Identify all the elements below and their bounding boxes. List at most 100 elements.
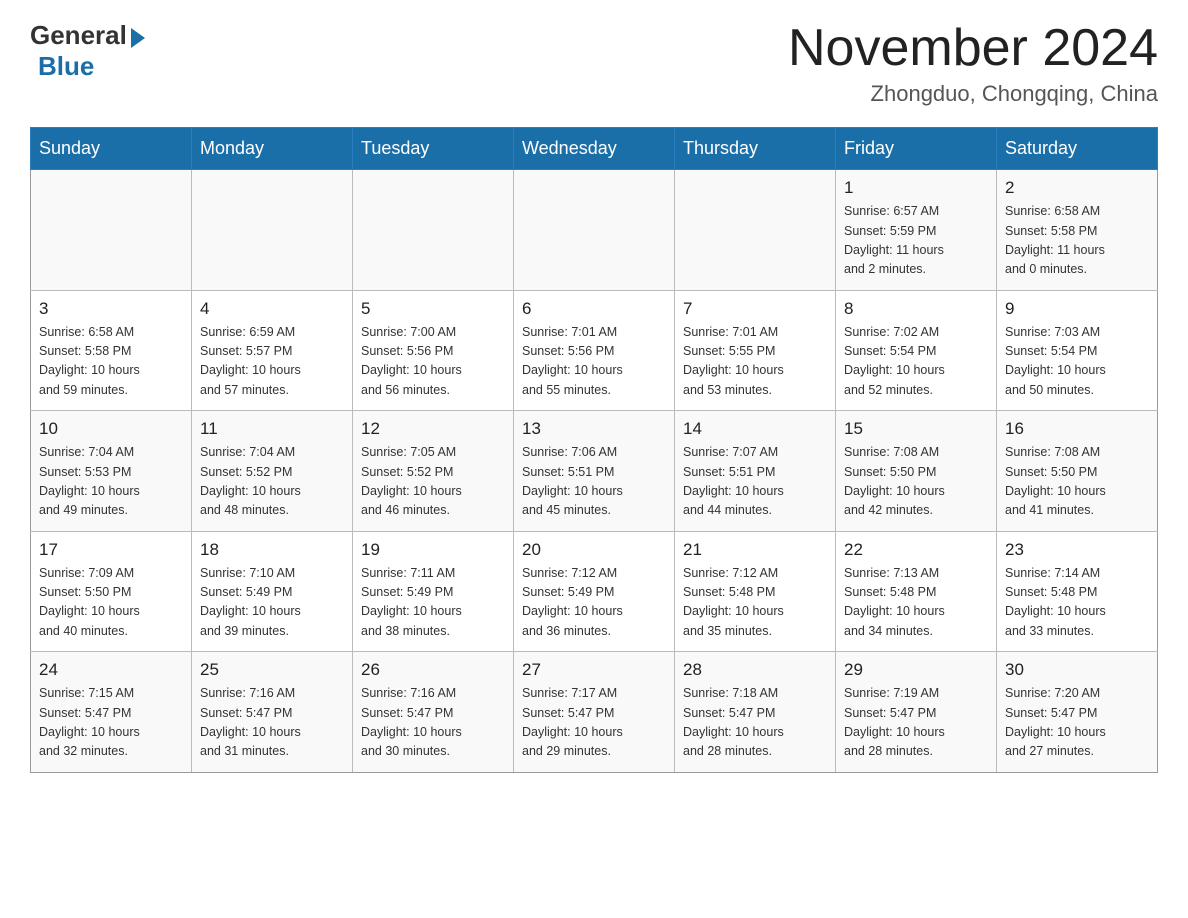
calendar-cell: 27Sunrise: 7:17 AM Sunset: 5:47 PM Dayli… <box>514 652 675 773</box>
day-info: Sunrise: 7:08 AM Sunset: 5:50 PM Dayligh… <box>1005 443 1149 521</box>
logo-blue-text: Blue <box>38 51 94 82</box>
calendar-cell: 19 Sunrise: 7:11 AM Sunset: 5:49 PM Dayli… <box>353 531 514 652</box>
calendar-cell: 21 Sunrise: 7:12 AM Sunset: 5:48 PM Dayli… <box>675 531 836 652</box>
day-info: Sunrise: 7:02 AM Sunset: 5:54 PM Dayligh… <box>844 323 988 401</box>
calendar-cell: 30 Sunrise: 7:20 AM Sunset: 5:47 PM Dayli… <box>997 652 1158 773</box>
day-number: 29 <box>844 660 988 680</box>
day-number: 26 <box>361 660 505 680</box>
day-info: Sunrise: 7:20 AM Sunset: 5:47 PM Dayligh… <box>1005 684 1149 762</box>
calendar-header-monday: Monday <box>192 128 353 170</box>
day-info: Sunrise: 7:14 AM Sunset: 5:48 PM Dayligh… <box>1005 564 1149 642</box>
day-number: 2 <box>1005 178 1149 198</box>
day-number: 4 <box>200 299 344 319</box>
calendar-cell: 3 Sunrise: 6:58 AM Sunset: 5:58 PM Daylig… <box>31 290 192 411</box>
day-info: Sunrise: 7:03 AM Sunset: 5:54 PM Dayligh… <box>1005 323 1149 401</box>
calendar-cell: 2 Sunrise: 6:58 AM Sunset: 5:58 PM Daylig… <box>997 170 1158 291</box>
day-number: 14 <box>683 419 827 439</box>
day-info: Sunrise: 7:01 AM Sunset: 5:55 PM Dayligh… <box>683 323 827 401</box>
calendar-cell: 26 Sunrise: 7:16 AM Sunset: 5:47 PM Dayli… <box>353 652 514 773</box>
title-block: November 2024 Zhongduo, Chongqing, China <box>788 20 1158 107</box>
day-info: Sunrise: 7:05 AM Sunset: 5:52 PM Dayligh… <box>361 443 505 521</box>
day-number: 21 <box>683 540 827 560</box>
calendar-cell: 20 Sunrise: 7:12 AM Sunset: 5:49 PM Dayli… <box>514 531 675 652</box>
calendar-cell <box>31 170 192 291</box>
day-number: 24 <box>39 660 183 680</box>
calendar-header-sunday: Sunday <box>31 128 192 170</box>
day-info: Sunrise: 6:57 AM Sunset: 5:59 PM Dayligh… <box>844 202 988 280</box>
day-info: Sunrise: 7:04 AM Sunset: 5:52 PM Dayligh… <box>200 443 344 521</box>
day-number: 3 <box>39 299 183 319</box>
calendar-cell: 8 Sunrise: 7:02 AM Sunset: 5:54 PM Daylig… <box>836 290 997 411</box>
day-number: 15 <box>844 419 988 439</box>
calendar-header-thursday: Thursday <box>675 128 836 170</box>
day-number: 1 <box>844 178 988 198</box>
calendar-cell <box>192 170 353 291</box>
calendar-cell: 7 Sunrise: 7:01 AM Sunset: 5:55 PM Daylig… <box>675 290 836 411</box>
day-info: Sunrise: 7:19 AM Sunset: 5:47 PM Dayligh… <box>844 684 988 762</box>
calendar-week-row: 1 Sunrise: 6:57 AM Sunset: 5:59 PM Daylig… <box>31 170 1158 291</box>
calendar-cell: 18 Sunrise: 7:10 AM Sunset: 5:49 PM Dayli… <box>192 531 353 652</box>
calendar-cell: 5 Sunrise: 7:00 AM Sunset: 5:56 PM Daylig… <box>353 290 514 411</box>
calendar-cell: 9Sunrise: 7:03 AM Sunset: 5:54 PM Daylig… <box>997 290 1158 411</box>
day-number: 8 <box>844 299 988 319</box>
calendar-cell: 24 Sunrise: 7:15 AM Sunset: 5:47 PM Dayli… <box>31 652 192 773</box>
page-header: General Blue November 2024 Zhongduo, Cho… <box>30 20 1158 107</box>
day-number: 20 <box>522 540 666 560</box>
calendar-week-row: 3 Sunrise: 6:58 AM Sunset: 5:58 PM Daylig… <box>31 290 1158 411</box>
day-info: Sunrise: 7:15 AM Sunset: 5:47 PM Dayligh… <box>39 684 183 762</box>
calendar-header-saturday: Saturday <box>997 128 1158 170</box>
day-info: Sunrise: 7:04 AM Sunset: 5:53 PM Dayligh… <box>39 443 183 521</box>
month-title: November 2024 <box>788 20 1158 77</box>
calendar-cell: 4 Sunrise: 6:59 AM Sunset: 5:57 PM Daylig… <box>192 290 353 411</box>
calendar-cell: 14 Sunrise: 7:07 AM Sunset: 5:51 PM Dayli… <box>675 411 836 532</box>
day-info: Sunrise: 6:58 AM Sunset: 5:58 PM Dayligh… <box>39 323 183 401</box>
day-number: 11 <box>200 419 344 439</box>
day-number: 5 <box>361 299 505 319</box>
day-number: 30 <box>1005 660 1149 680</box>
day-info: Sunrise: 7:16 AM Sunset: 5:47 PM Dayligh… <box>361 684 505 762</box>
day-info: Sunrise: 7:01 AM Sunset: 5:56 PM Dayligh… <box>522 323 666 401</box>
calendar-cell: 11 Sunrise: 7:04 AM Sunset: 5:52 PM Dayli… <box>192 411 353 532</box>
day-number: 22 <box>844 540 988 560</box>
day-number: 7 <box>683 299 827 319</box>
calendar-header-friday: Friday <box>836 128 997 170</box>
day-info: Sunrise: 7:12 AM Sunset: 5:48 PM Dayligh… <box>683 564 827 642</box>
day-info: Sunrise: 7:11 AM Sunset: 5:49 PM Dayligh… <box>361 564 505 642</box>
logo-arrow-icon <box>131 28 145 48</box>
calendar-cell: 13 Sunrise: 7:06 AM Sunset: 5:51 PM Dayli… <box>514 411 675 532</box>
day-info: Sunrise: 7:00 AM Sunset: 5:56 PM Dayligh… <box>361 323 505 401</box>
calendar-cell: 10Sunrise: 7:04 AM Sunset: 5:53 PM Dayli… <box>31 411 192 532</box>
day-number: 19 <box>361 540 505 560</box>
day-info: Sunrise: 7:17 AM Sunset: 5:47 PM Dayligh… <box>522 684 666 762</box>
calendar-cell: 17Sunrise: 7:09 AM Sunset: 5:50 PM Dayli… <box>31 531 192 652</box>
day-info: Sunrise: 6:59 AM Sunset: 5:57 PM Dayligh… <box>200 323 344 401</box>
calendar-header-tuesday: Tuesday <box>353 128 514 170</box>
calendar-cell: 28Sunrise: 7:18 AM Sunset: 5:47 PM Dayli… <box>675 652 836 773</box>
logo-general-text: General <box>30 20 127 51</box>
calendar-table: SundayMondayTuesdayWednesdayThursdayFrid… <box>30 127 1158 773</box>
day-number: 25 <box>200 660 344 680</box>
day-info: Sunrise: 7:13 AM Sunset: 5:48 PM Dayligh… <box>844 564 988 642</box>
day-info: Sunrise: 7:06 AM Sunset: 5:51 PM Dayligh… <box>522 443 666 521</box>
calendar-cell: 12 Sunrise: 7:05 AM Sunset: 5:52 PM Dayli… <box>353 411 514 532</box>
day-info: Sunrise: 7:12 AM Sunset: 5:49 PM Dayligh… <box>522 564 666 642</box>
day-number: 13 <box>522 419 666 439</box>
day-number: 12 <box>361 419 505 439</box>
calendar-header-row: SundayMondayTuesdayWednesdayThursdayFrid… <box>31 128 1158 170</box>
calendar-cell <box>353 170 514 291</box>
day-number: 23 <box>1005 540 1149 560</box>
calendar-cell: 1 Sunrise: 6:57 AM Sunset: 5:59 PM Daylig… <box>836 170 997 291</box>
day-info: Sunrise: 7:08 AM Sunset: 5:50 PM Dayligh… <box>844 443 988 521</box>
calendar-week-row: 24 Sunrise: 7:15 AM Sunset: 5:47 PM Dayli… <box>31 652 1158 773</box>
calendar-cell: 29 Sunrise: 7:19 AM Sunset: 5:47 PM Dayli… <box>836 652 997 773</box>
day-number: 18 <box>200 540 344 560</box>
calendar-cell: 23 Sunrise: 7:14 AM Sunset: 5:48 PM Dayli… <box>997 531 1158 652</box>
day-info: Sunrise: 7:07 AM Sunset: 5:51 PM Dayligh… <box>683 443 827 521</box>
calendar-cell <box>675 170 836 291</box>
calendar-cell: 6 Sunrise: 7:01 AM Sunset: 5:56 PM Daylig… <box>514 290 675 411</box>
calendar-week-row: 10Sunrise: 7:04 AM Sunset: 5:53 PM Dayli… <box>31 411 1158 532</box>
day-number: 6 <box>522 299 666 319</box>
day-info: Sunrise: 7:10 AM Sunset: 5:49 PM Dayligh… <box>200 564 344 642</box>
day-info: Sunrise: 6:58 AM Sunset: 5:58 PM Dayligh… <box>1005 202 1149 280</box>
calendar-cell: 22 Sunrise: 7:13 AM Sunset: 5:48 PM Dayli… <box>836 531 997 652</box>
